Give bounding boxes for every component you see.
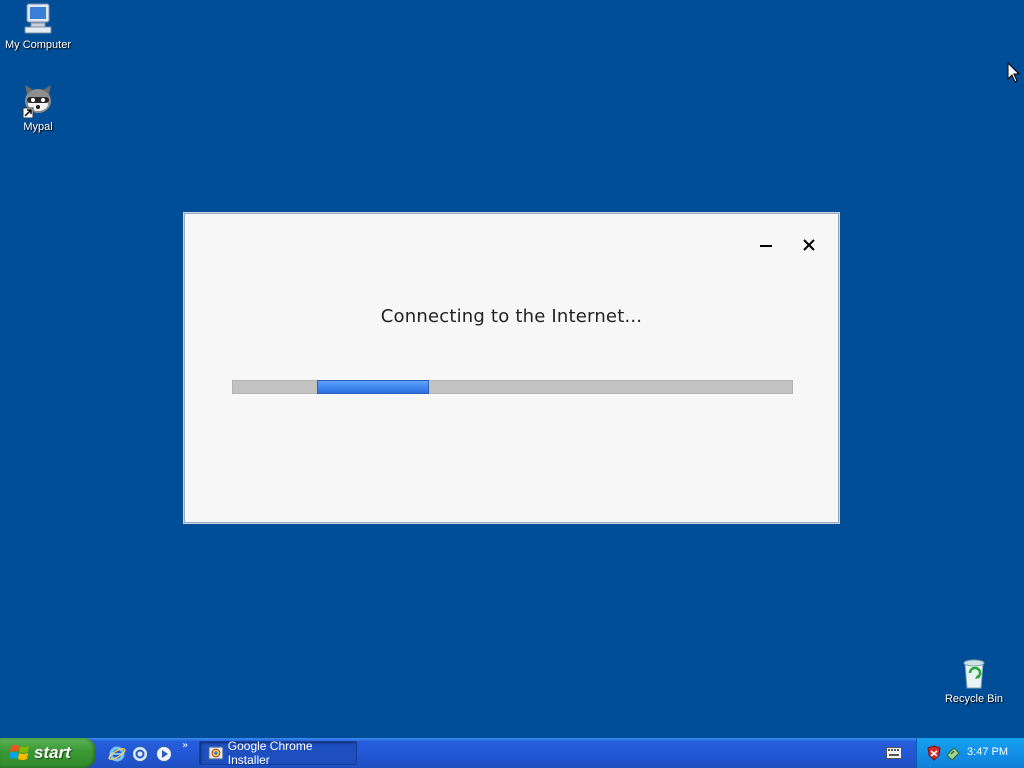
recycle-bin-icon [957, 656, 991, 690]
browser-icon[interactable] [131, 745, 149, 763]
minimize-icon [760, 245, 772, 247]
quick-launch-more[interactable]: » [182, 740, 188, 751]
windows-logo-icon [10, 745, 29, 760]
taskbar: start » Google Chrome Installer 3:47 PM [0, 738, 1024, 768]
my-computer-icon [21, 2, 55, 36]
clock[interactable]: 3:47 PM [967, 746, 1008, 758]
close-button[interactable] [797, 234, 821, 256]
media-player-icon[interactable] [155, 745, 173, 763]
desktop-icon-label: Mypal [23, 121, 53, 133]
minimize-button[interactable] [754, 234, 778, 256]
security-shield-icon[interactable] [926, 745, 942, 761]
network-icon[interactable] [945, 745, 961, 761]
installer-status-text: Connecting to the Internet... [380, 306, 643, 327]
desktop-icon-my-computer[interactable]: My Computer [0, 2, 76, 52]
mypal-raccoon-icon [21, 84, 55, 119]
start-button[interactable]: start [0, 738, 96, 768]
progress-bar [232, 380, 793, 394]
system-tray: 3:47 PM [916, 738, 1024, 768]
desktop-icon-label: Recycle Bin [944, 693, 1004, 705]
desktop-icon-recycle-bin[interactable]: Recycle Bin [936, 656, 1012, 706]
desktop-icon-mypal[interactable]: Mypal [0, 84, 76, 134]
keyboard-icon[interactable] [886, 747, 902, 759]
progress-bar-segment [317, 380, 429, 394]
taskbar-item-chrome-installer[interactable]: Google Chrome Installer [199, 739, 357, 767]
start-label: start [34, 743, 71, 762]
close-icon [803, 239, 815, 251]
taskbar-item-label: Google Chrome Installer [227, 739, 313, 767]
chrome-installer-icon [208, 746, 224, 760]
chrome-installer-window: Connecting to the Internet... [184, 213, 839, 523]
internet-explorer-icon[interactable] [108, 745, 126, 763]
desktop-icon-label: My Computer [4, 39, 72, 51]
mouse-cursor-icon [1007, 62, 1021, 83]
